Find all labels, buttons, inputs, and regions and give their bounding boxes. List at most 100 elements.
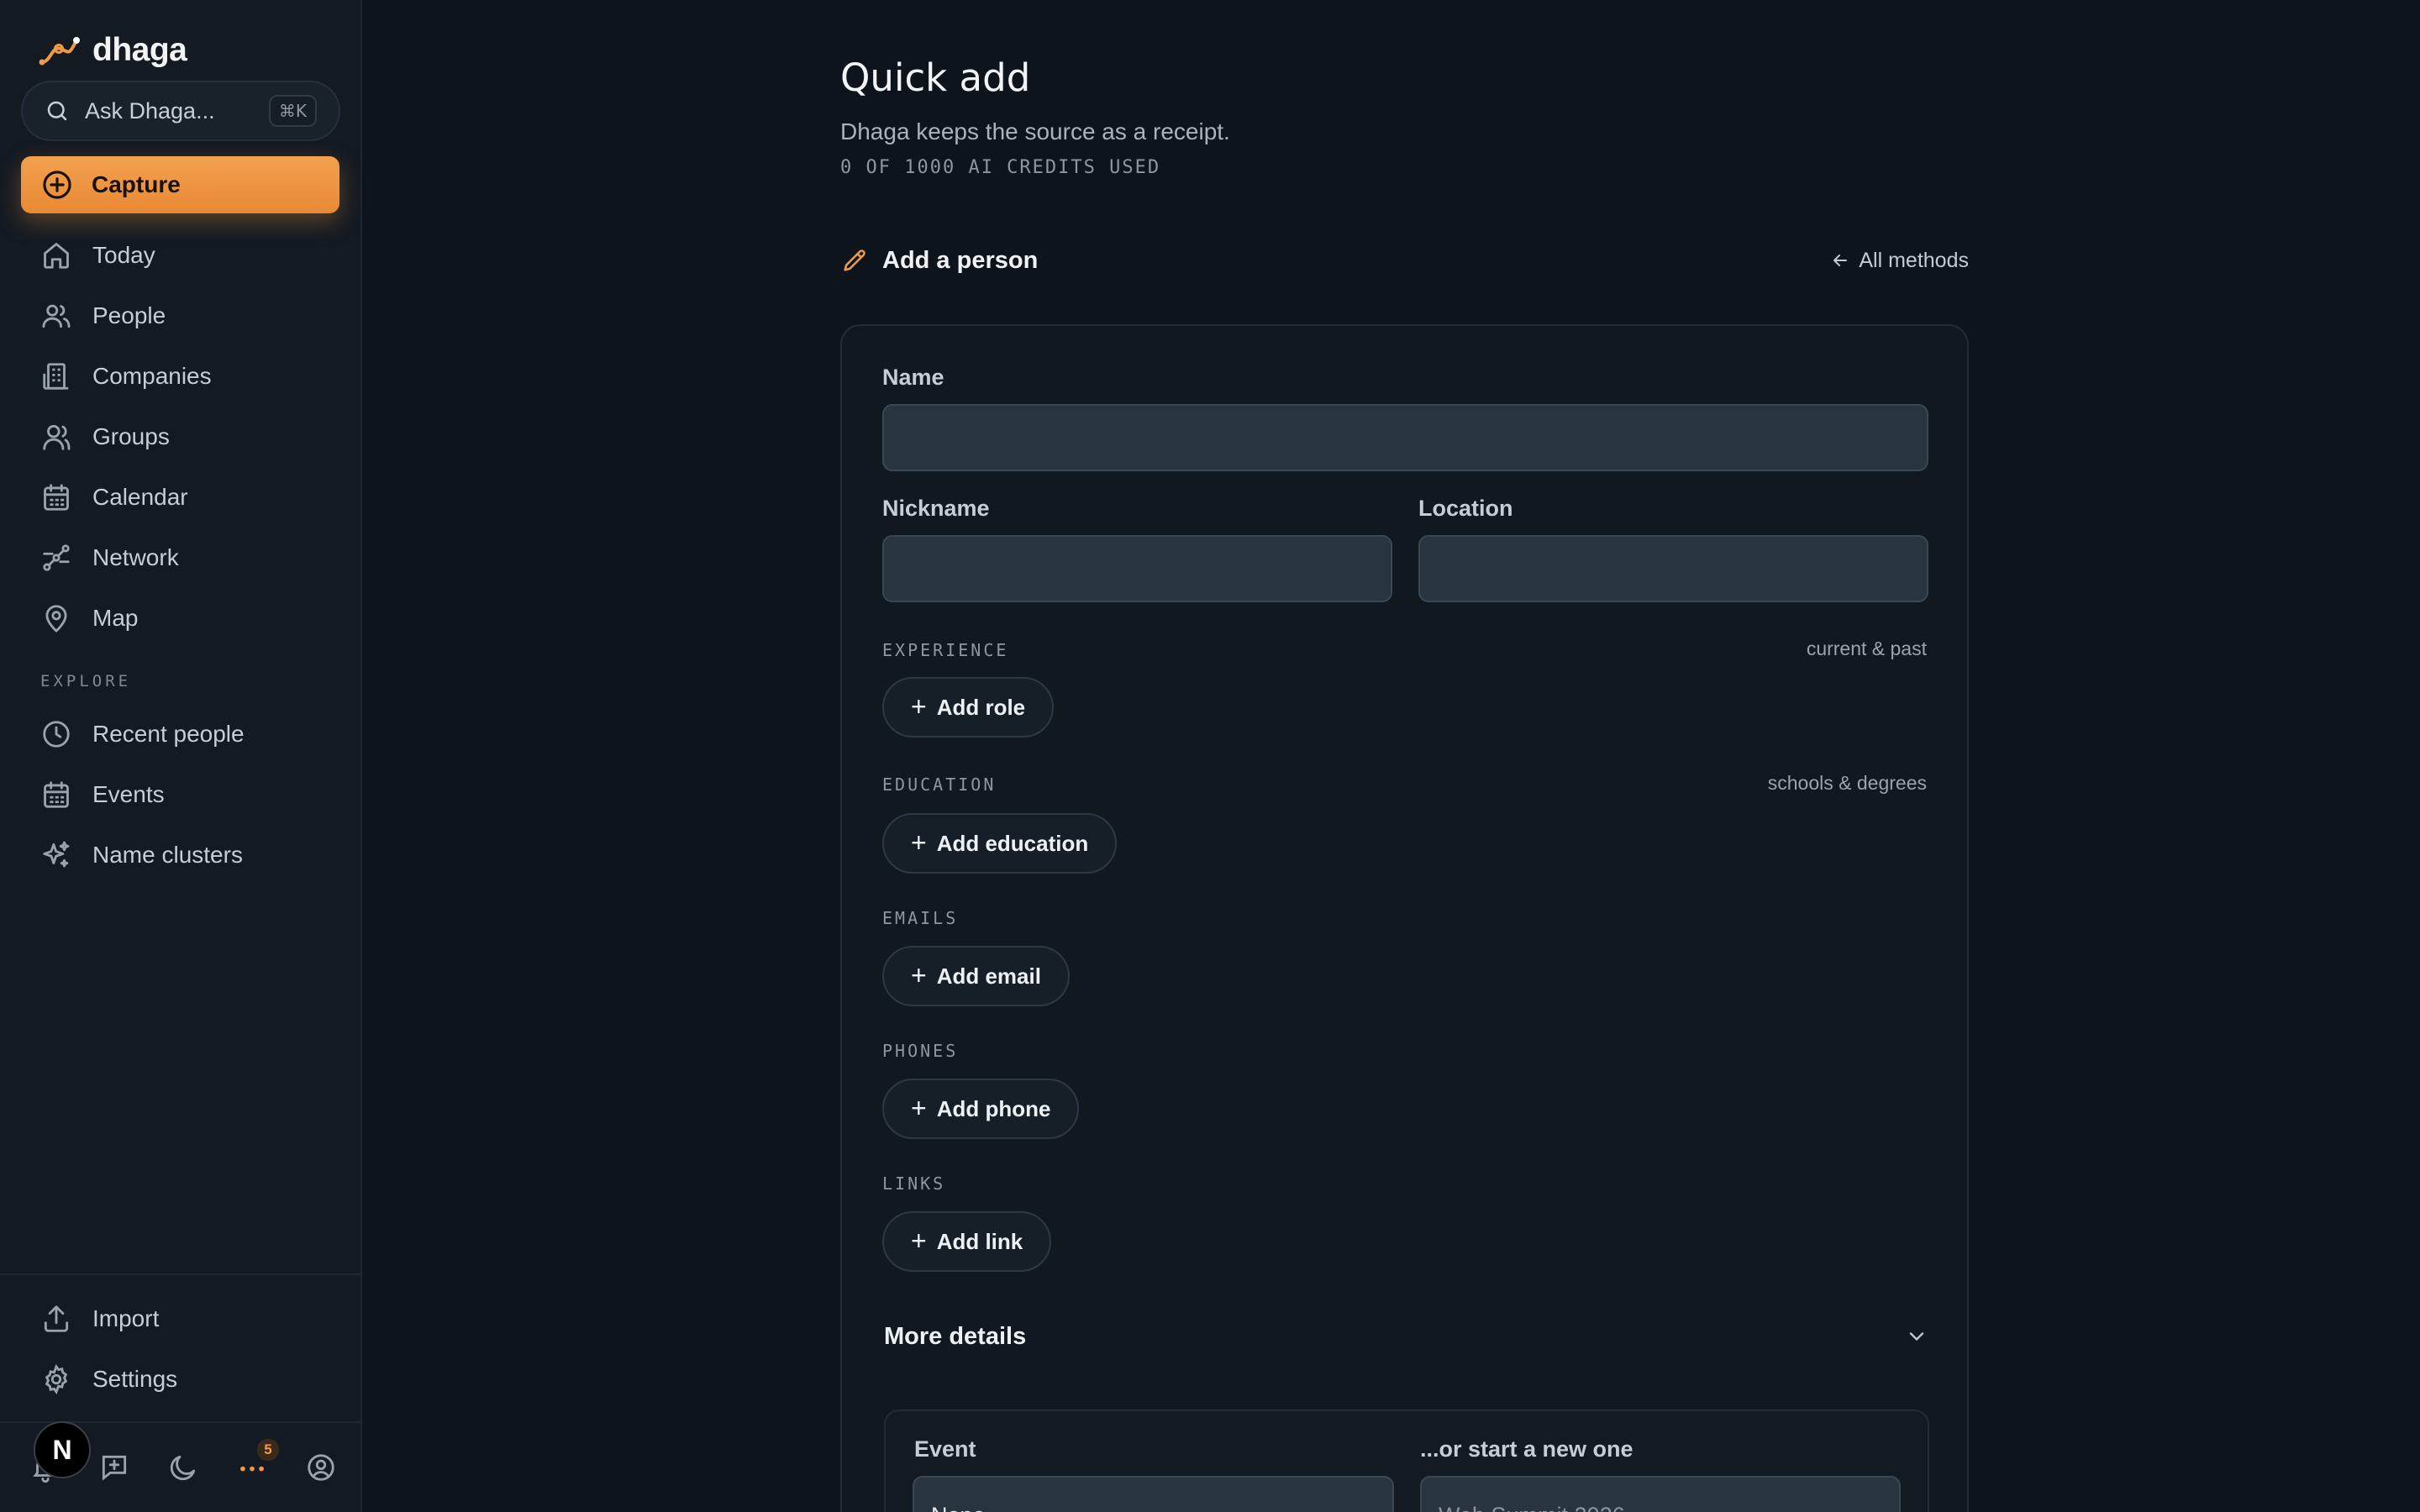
nav-label: Network xyxy=(92,544,179,570)
nav-item-events[interactable]: Events xyxy=(0,764,362,825)
map-pin-icon xyxy=(45,605,67,633)
nav-item-recent-people[interactable]: Recent people xyxy=(0,704,362,764)
app-name: dhaga xyxy=(92,32,187,68)
pencil-icon xyxy=(844,249,865,271)
nav-item-people[interactable]: People xyxy=(0,286,362,346)
nav-label: Recent people xyxy=(92,721,245,747)
more-details-label: More details xyxy=(884,1322,1027,1350)
new-event-label: ...or start a new one xyxy=(1420,1436,1634,1462)
main-nav: Today People Companies Groups Calendar N… xyxy=(0,225,362,648)
education-section-label: EDUCATION xyxy=(882,774,997,795)
all-methods-label: All methods xyxy=(1859,248,1969,272)
new-message-button[interactable] xyxy=(92,1446,136,1489)
search-icon xyxy=(47,101,67,121)
message-plus-icon xyxy=(102,1455,127,1481)
user-avatar[interactable]: N xyxy=(34,1421,91,1478)
sparkles-icon xyxy=(43,841,70,868)
arrow-left-icon xyxy=(1833,255,1848,266)
nav-label: Settings xyxy=(92,1366,178,1392)
plus-icon: + xyxy=(911,1225,927,1256)
plus-icon: + xyxy=(911,959,927,990)
new-event-placeholder: Web Summit 2026 xyxy=(1439,1503,1625,1512)
nav-item-map[interactable]: Map xyxy=(0,588,362,648)
new-event-input[interactable]: Web Summit 2026 xyxy=(1420,1476,1901,1512)
user-circle-icon xyxy=(308,1454,334,1481)
nav-item-network[interactable]: Network xyxy=(0,528,362,588)
add-education-label: Add education xyxy=(936,830,1089,856)
explore-section-label: EXPLORE xyxy=(40,672,132,690)
nav-item-companies[interactable]: Companies xyxy=(0,346,362,407)
ai-credits-status: 0 OF 1000 AI CREDITS USED xyxy=(840,157,1161,178)
name-input[interactable] xyxy=(882,404,1928,471)
method-title-group: Add a person xyxy=(840,246,1038,275)
nav-label: People xyxy=(92,302,166,328)
add-email-button[interactable]: + Add email xyxy=(882,946,1070,1006)
nickname-input[interactable] xyxy=(882,535,1392,602)
page-subtitle: Dhaga keeps the source as a receipt. xyxy=(840,118,1230,144)
page-header: Quick add Dhaga keeps the source as a re… xyxy=(840,55,1969,178)
add-role-label: Add role xyxy=(936,694,1026,720)
event-panel: Event None ...or start a new one Web Sum… xyxy=(884,1410,1929,1512)
nav-label: Calendar xyxy=(92,484,188,510)
calendar-icon xyxy=(44,781,69,808)
gear-icon xyxy=(45,1363,68,1395)
plus-icon: + xyxy=(911,827,927,858)
group-icon xyxy=(43,424,71,450)
upload-icon xyxy=(44,1305,69,1332)
location-input[interactable] xyxy=(1418,535,1928,602)
nickname-label: Nickname xyxy=(882,496,990,521)
event-label: Event xyxy=(914,1436,976,1462)
method-header: Add a person All methods xyxy=(840,244,1969,277)
name-label: Name xyxy=(882,365,944,390)
emails-section-label: EMAILS xyxy=(882,908,959,928)
links-section-label: LINKS xyxy=(882,1173,946,1194)
nav-item-settings[interactable]: Settings xyxy=(0,1349,362,1410)
add-role-button[interactable]: + Add role xyxy=(882,677,1055,738)
nav-item-name-clusters[interactable]: Name clusters xyxy=(0,825,362,885)
plus-circle-icon xyxy=(43,171,71,199)
notification-count-badge: 5 xyxy=(257,1439,279,1461)
nav-item-groups[interactable]: Groups xyxy=(0,407,362,467)
add-phone-button[interactable]: + Add phone xyxy=(882,1079,1080,1139)
sidebar-divider xyxy=(0,1273,362,1275)
experience-section-label: EXPERIENCE xyxy=(882,640,1009,660)
logo-mark-icon xyxy=(39,37,80,66)
nav-label: Today xyxy=(92,242,155,268)
explore-nav: Recent people Events Name clusters xyxy=(0,704,362,885)
nav-item-today[interactable]: Today xyxy=(0,225,362,286)
shortcut-hint: ⌘K xyxy=(268,95,317,127)
add-email-label: Add email xyxy=(936,963,1041,989)
sidebar: dhaga Ask Dhaga... ⌘K Capture Today Peop… xyxy=(0,0,362,1512)
building-icon xyxy=(43,363,69,390)
footer-nav: Import Settings xyxy=(0,1289,362,1410)
phones-section-label: PHONES xyxy=(882,1041,959,1061)
add-link-label: Add link xyxy=(936,1228,1023,1254)
capture-button[interactable]: Capture xyxy=(21,156,339,213)
add-education-button[interactable]: + Add education xyxy=(882,813,1118,874)
chevron-down-icon xyxy=(1909,1332,1924,1341)
nav-item-import[interactable]: Import xyxy=(0,1289,362,1349)
plus-icon: + xyxy=(911,1092,927,1123)
more-details-toggle[interactable]: More details xyxy=(884,1315,1928,1357)
add-phone-label: Add phone xyxy=(936,1095,1051,1121)
method-title: Add a person xyxy=(882,246,1039,274)
add-person-form: Name Nickname Location EXPERIENCE curren… xyxy=(840,324,1969,1512)
page-title: Quick add xyxy=(840,55,1031,100)
network-icon xyxy=(43,544,70,571)
event-select[interactable]: None xyxy=(913,1476,1394,1512)
nav-label: Events xyxy=(92,781,165,807)
theme-toggle-button[interactable] xyxy=(161,1446,205,1489)
ask-search-box[interactable]: Ask Dhaga... ⌘K xyxy=(21,81,340,141)
account-button[interactable] xyxy=(299,1446,343,1489)
nav-label: Map xyxy=(92,605,139,631)
nav-item-calendar[interactable]: Calendar xyxy=(0,467,362,528)
nav-label: Import xyxy=(92,1305,160,1331)
home-icon xyxy=(44,243,69,269)
all-methods-link[interactable]: All methods xyxy=(1830,249,1969,273)
experience-hint: current & past xyxy=(1806,638,1927,659)
plus-icon: + xyxy=(911,690,927,722)
search-placeholder: Ask Dhaga... xyxy=(85,97,215,123)
add-link-button[interactable]: + Add link xyxy=(882,1211,1052,1272)
logo[interactable]: dhaga xyxy=(39,32,187,69)
more-menu-button[interactable]: 5 xyxy=(230,1439,279,1489)
